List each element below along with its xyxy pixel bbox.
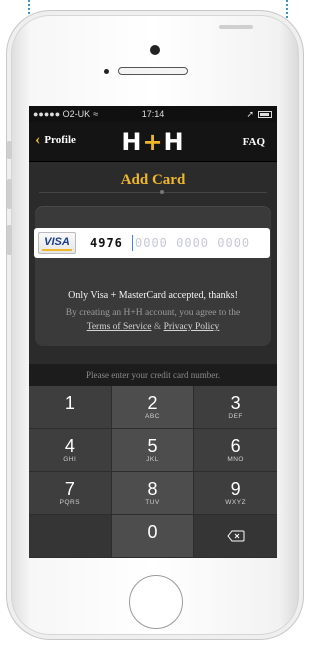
- terms-agreement: By creating an H+H account, you agree to…: [35, 306, 271, 334]
- logo-letter-right: H: [163, 128, 185, 156]
- location-icon: ➚: [246, 109, 254, 119]
- navigation-bar: ‹ Profile H+H FAQ: [29, 122, 277, 162]
- page-title: Add Card: [120, 172, 186, 188]
- key-blank: [29, 515, 112, 558]
- home-button[interactable]: [129, 575, 183, 629]
- front-camera: [150, 45, 160, 55]
- proximity-sensor: [104, 69, 109, 74]
- key-1[interactable]: 1: [29, 386, 112, 429]
- volume-up-button: [7, 179, 12, 209]
- key-digit: 0: [147, 522, 158, 542]
- status-bar: ●●●●● O2-UK ≈ 17:14 ➚: [29, 106, 277, 122]
- key-digit: 8: [147, 479, 158, 499]
- phone-screen: ●●●●● O2-UK ≈ 17:14 ➚ ‹ Profile H+H FAQ …: [29, 106, 277, 558]
- key-digit: 3: [230, 393, 241, 413]
- logo-plus: +: [142, 128, 164, 156]
- numeric-keypad: 1 2 ABC 3 DEF 4 GHI 5 JKL 6 MNO 7 PQRS 8 TUV 9W…: [29, 386, 277, 558]
- card-number-field[interactable]: VISA 4976 0000 0000 0000: [34, 228, 270, 258]
- key-letters: DEF: [228, 413, 243, 420]
- volume-down-button: [7, 225, 12, 255]
- key-3[interactable]: 3 DEF: [194, 386, 277, 429]
- mute-switch: [7, 141, 12, 159]
- key-digit: 5: [147, 436, 158, 456]
- terms-of-service-link[interactable]: Terms of Service: [87, 322, 152, 332]
- key-letters: JKL: [146, 456, 159, 463]
- key-letters: PQRS: [59, 499, 81, 506]
- key-8[interactable]: 8 TUV: [111, 472, 195, 515]
- title-divider: [39, 190, 267, 194]
- earpiece-speaker: [118, 67, 188, 75]
- key-digit: 9: [230, 479, 241, 499]
- status-right: ➚: [246, 109, 272, 120]
- battery-icon: [258, 111, 272, 118]
- key-letters: ABC: [145, 413, 160, 420]
- key-letters: MNO: [227, 456, 244, 463]
- key-9[interactable]: 9 WXYZ: [194, 472, 277, 515]
- card-number-placeholder: 0000 0000 0000: [135, 236, 251, 250]
- key-5[interactable]: 5 JKL: [111, 429, 195, 472]
- key-letters: WXYZ: [225, 499, 247, 506]
- card-entry-panel: VISA 4976 0000 0000 0000 Only Visa + Mas…: [34, 206, 271, 346]
- key-digit: 1: [64, 393, 75, 413]
- status-time: 17:14: [141, 109, 165, 119]
- ampersand: &: [153, 322, 162, 332]
- faq-button[interactable]: FAQ: [243, 136, 265, 148]
- backspace-icon: [227, 530, 245, 542]
- agreement-text: By creating an H+H account, you agree to…: [65, 308, 241, 318]
- brand-logo: H+H: [29, 128, 277, 156]
- logo-letter-left: H: [121, 128, 143, 156]
- key-digit: 7: [64, 479, 75, 499]
- visa-card-icon: VISA: [38, 232, 76, 254]
- visa-stripe: [42, 249, 72, 251]
- key-digit: 2: [147, 393, 158, 413]
- key-letters: TUV: [145, 499, 160, 506]
- card-number-entered: 4976: [90, 236, 123, 250]
- accepted-cards-notice: Only Visa + MasterCard accepted, thanks!: [68, 290, 238, 301]
- key-digit: 6: [230, 436, 241, 456]
- text-cursor: [132, 235, 133, 251]
- key-4[interactable]: 4 GHI: [29, 429, 112, 472]
- power-button: [219, 25, 253, 29]
- key-7[interactable]: 7 PQRS: [29, 472, 112, 515]
- key-6[interactable]: 6 MNO: [194, 429, 277, 472]
- privacy-policy-link[interactable]: Privacy Policy: [164, 322, 220, 332]
- visa-brand-label: VISA: [44, 236, 70, 248]
- backspace-key[interactable]: [194, 515, 277, 558]
- key-letters: GHI: [63, 456, 77, 463]
- key-2[interactable]: 2 ABC: [111, 386, 195, 429]
- input-hint: Please enter your credit card number.: [29, 364, 277, 386]
- key-0[interactable]: 0: [111, 515, 195, 558]
- key-digit: 4: [64, 436, 75, 456]
